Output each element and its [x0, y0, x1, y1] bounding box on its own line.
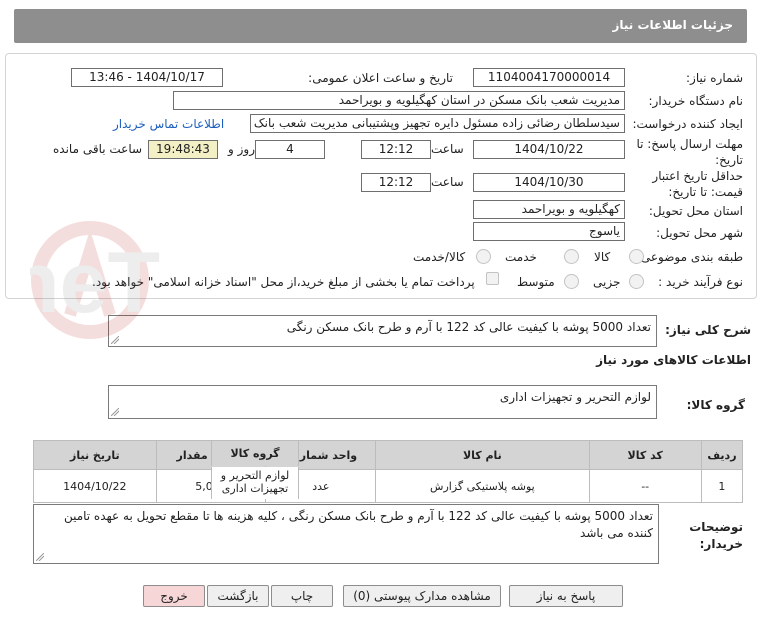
table-header-row: ردیف کد کالا نام کالا واحد شمارش تعداد /…	[33, 440, 744, 470]
back-button[interactable]: بازگشت	[207, 585, 269, 607]
resize-grip-icon[interactable]	[111, 408, 119, 416]
delivery-city-field: یاسوج	[473, 222, 625, 241]
category-option-goods-service: کالا/خدمت	[413, 250, 466, 264]
col-name: نام کالا	[375, 440, 590, 470]
need-number-field: 1104004170000014	[473, 68, 625, 87]
buyer-notes-text: تعداد 5000 پوشه با کیفیت عالی کد 122 با …	[63, 509, 653, 540]
buyer-notes-label-2: خریدار:	[699, 537, 743, 551]
col-date: تاریخ نیاز	[33, 440, 157, 470]
buyer-org-field: مدیریت شعب بانک مسکن در استان کهگیلویه و…	[173, 91, 625, 110]
purchase-option-medium: متوسط	[517, 275, 555, 289]
goods-group-textarea[interactable]: لوازم التحریر و تجهیزات اداری	[108, 385, 657, 419]
delivery-city-label: شهر محل تحویل:	[656, 226, 743, 240]
reply-time-label: ساعت	[431, 142, 464, 156]
cell-name: پوشه پلاستیکی گزارش	[375, 469, 590, 503]
print-button[interactable]: چاپ	[271, 585, 333, 607]
page-title: جزئیات اطلاعات نیاز	[612, 18, 733, 32]
treasury-bonds-note: پرداخت تمام یا بخشی از مبلغ خرید،از محل …	[92, 275, 475, 289]
category-radio-service[interactable]	[564, 249, 579, 264]
reply-time-field: 12:12	[361, 140, 431, 159]
days-label: روز و	[228, 142, 255, 156]
treasury-bonds-checkbox[interactable]	[486, 272, 499, 285]
delivery-province-field: کهگیلویه و بویراحمد	[473, 200, 625, 219]
resize-grip-icon[interactable]	[111, 336, 119, 344]
category-radio-goods[interactable]	[629, 249, 644, 264]
category-radio-goods-service[interactable]	[476, 249, 491, 264]
buyer-contact-link[interactable]: اطلاعات تماس خریدار	[113, 117, 224, 131]
col-code: کد کالا	[588, 440, 702, 470]
purchase-radio-minor[interactable]	[629, 274, 644, 289]
overall-description-textarea[interactable]: تعداد 5000 پوشه با کیفیت عالی کد 122 با …	[108, 315, 657, 347]
price-validity-date-field: 1404/10/30	[473, 173, 625, 192]
col-goods-group: گروه کالا	[211, 441, 299, 466]
reply-deadline-label-2: تاریخ:	[715, 153, 743, 167]
delivery-province-label: استان محل تحویل:	[648, 204, 743, 218]
items-table: ردیف کد کالا نام کالا واحد شمارش تعداد /…	[33, 440, 744, 503]
overall-description-text: تعداد 5000 پوشه با کیفیت عالی کد 122 با …	[286, 320, 651, 334]
buyer-notes-label: توضیحات	[689, 520, 743, 534]
exit-button[interactable]: خروج	[143, 585, 205, 607]
price-validity-time-label: ساعت	[431, 175, 464, 189]
cell-date: 1404/10/22	[33, 469, 157, 503]
reply-button[interactable]: پاسخ به نیاز	[509, 585, 623, 607]
goods-group-label: گروه کالا:	[686, 398, 745, 412]
cell-goods-group: لوازم التحریر و تجهیزات اداری	[211, 467, 299, 499]
price-validity-label: حداقل تاریخ اعتبار	[652, 169, 743, 183]
buyer-org-label: نام دستگاه خریدار:	[648, 94, 744, 108]
cell-row: 1	[700, 469, 744, 503]
overall-description-label: شرح کلی نیاز:	[665, 323, 751, 337]
price-validity-label-2: قیمت: تا تاریخ:	[668, 185, 743, 199]
resize-grip-icon[interactable]	[36, 553, 44, 561]
cell-code: --	[588, 469, 702, 503]
reply-date-field: 1404/10/22	[473, 140, 625, 159]
buyer-notes-textarea[interactable]: تعداد 5000 پوشه با کیفیت عالی کد 122 با …	[33, 504, 659, 564]
category-option-service: خدمت	[505, 250, 537, 264]
col-row: ردیف	[700, 440, 744, 470]
remaining-time-field: 19:48:43	[148, 140, 218, 159]
goods-info-title: اطلاعات کالاهای مورد نیاز	[596, 353, 751, 367]
view-attachments-button[interactable]: مشاهده مدارک پیوستی (0)	[343, 585, 501, 607]
category-label: طبقه بندی موضوعی:	[636, 250, 743, 264]
purchase-option-minor: جزیی	[593, 275, 621, 289]
table-row: 1 -- پوشه پلاستیکی گزارش عدد 5,000 1404/…	[33, 469, 744, 503]
page-header: جزئیات اطلاعات نیاز	[14, 9, 747, 43]
purchase-type-label: نوع فرآیند خرید :	[658, 275, 743, 289]
goods-group-text: لوازم التحریر و تجهیزات اداری	[499, 390, 651, 404]
purchase-radio-medium[interactable]	[564, 274, 579, 289]
requester-field: سیدسلطان رضائی زاده مسئول دایره تجهیز وپ…	[250, 114, 625, 133]
reply-days-field: 4	[255, 140, 325, 159]
reply-deadline-label: مهلت ارسال پاسخ: تا	[636, 137, 743, 151]
remaining-time-label: ساعت باقی مانده	[53, 142, 143, 156]
requester-label: ایجاد کننده درخواست:	[632, 117, 743, 131]
need-number-label: شماره نیاز:	[686, 71, 743, 85]
category-option-goods: کالا	[594, 250, 611, 264]
price-validity-time-field: 12:12	[361, 173, 431, 192]
announce-datetime-label: تاریخ و ساعت اعلان عمومی:	[308, 71, 453, 85]
announce-datetime-field: 1404/10/17 - 13:46	[71, 68, 223, 87]
